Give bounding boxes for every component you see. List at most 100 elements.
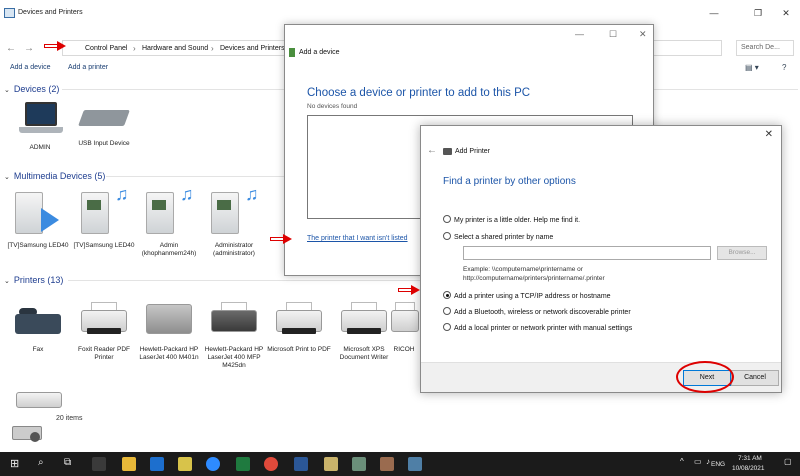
dialog-title: Add a device xyxy=(299,49,340,56)
taskbar: ⊞ ⌕ ⧉ ^ ▭ ♪ ENG 7:31 AM 10/08/2021 ▢ xyxy=(0,452,800,476)
option-shared-printer[interactable]: Select a shared printer by name xyxy=(443,232,553,241)
breadcrumb-control-panel[interactable]: Control Panel xyxy=(85,45,127,52)
back-arrow-icon[interactable]: ← xyxy=(6,43,16,54)
notifications-icon[interactable]: ▢ xyxy=(784,457,792,466)
app-icon[interactable] xyxy=(380,457,394,471)
option-tcpip-printer[interactable]: Add a printer using a TCP/IP address or … xyxy=(443,291,611,300)
printer-icon xyxy=(339,298,389,342)
multimedia-device-item[interactable]: ♫ Admin (khophanmem24h) xyxy=(137,185,201,258)
language-indicator[interactable]: ENG xyxy=(711,461,725,468)
control-panel-icon[interactable] xyxy=(408,457,422,471)
multimedia-device-item[interactable]: ♫ Administrator (administrator) xyxy=(202,185,266,258)
app-icon[interactable] xyxy=(324,457,338,471)
annotation-ellipse xyxy=(676,361,734,393)
printer-icon[interactable] xyxy=(14,388,64,412)
section-divider xyxy=(68,280,420,281)
store-icon[interactable] xyxy=(92,457,106,471)
chevron-right-icon: › xyxy=(211,44,214,53)
printer-hp-m401n[interactable]: Hewlett-Packard HP LaserJet 400 M401n xyxy=(137,298,201,362)
device-admin[interactable]: ADMIN xyxy=(8,100,72,152)
radio-button-selected[interactable] xyxy=(443,291,451,299)
sticky-notes-icon[interactable] xyxy=(178,457,192,471)
close-button[interactable]: ✕ xyxy=(639,29,647,40)
minimize-button[interactable]: — xyxy=(575,29,584,39)
clock-time[interactable]: 7:31 AM xyxy=(738,455,762,462)
dialog-title: Add Printer xyxy=(455,148,491,155)
radio-button[interactable] xyxy=(443,323,451,331)
item-count: 20 items xyxy=(56,415,83,422)
example-text: Example: \\computername\printername or h… xyxy=(463,266,605,282)
radio-button[interactable] xyxy=(443,307,451,315)
edge-icon[interactable] xyxy=(150,457,164,471)
zalo-icon[interactable] xyxy=(206,457,220,471)
printer-icon xyxy=(144,298,194,342)
chevron-right-icon: › xyxy=(133,44,136,53)
printer-icon xyxy=(79,298,129,342)
breadcrumb-hardware-and-sound[interactable]: Hardware and Sound xyxy=(142,45,208,52)
devices-printers-icon xyxy=(4,8,15,18)
multimedia-device-item[interactable]: [TV]Samsung LED40 xyxy=(6,186,70,250)
cancel-button[interactable]: Cancel xyxy=(731,370,779,386)
device-usb-input[interactable]: USB Input Device xyxy=(72,100,136,148)
printer-hp-m425dn[interactable]: Hewlett-Packard HP LaserJet 400 MFP M425… xyxy=(202,298,266,370)
option-older-printer[interactable]: My printer is a little older. Help me fi… xyxy=(443,215,580,224)
minimize-button[interactable]: — xyxy=(700,6,728,20)
add-printer-button[interactable]: Add a printer xyxy=(68,64,108,71)
dialog-heading: Choose a device or printer to add to thi… xyxy=(307,87,531,99)
network-icon[interactable]: ▭ xyxy=(694,457,702,466)
task-view-icon[interactable]: ⧉ xyxy=(64,457,71,468)
chrome-icon[interactable] xyxy=(264,457,278,471)
app-icon[interactable] xyxy=(352,457,366,471)
scanner-icon xyxy=(10,420,46,446)
search-input[interactable]: Search De... xyxy=(736,40,794,56)
media-device-icon: ♫ xyxy=(77,185,131,238)
shared-printer-name-input[interactable] xyxy=(463,246,711,260)
media-device-icon: ♫ xyxy=(207,185,261,238)
forward-arrow-icon[interactable]: → xyxy=(24,43,34,54)
volume-icon[interactable]: ♪ xyxy=(706,457,710,466)
start-icon[interactable]: ⊞ xyxy=(10,457,19,470)
radio-button[interactable] xyxy=(443,232,451,240)
maximize-button[interactable]: ☐ xyxy=(609,29,617,40)
word-icon[interactable] xyxy=(294,457,308,471)
file-explorer-icon[interactable] xyxy=(122,457,136,471)
option-bluetooth-printer[interactable]: Add a Bluetooth, wireless or network dis… xyxy=(443,307,631,316)
window-title: Devices and Printers xyxy=(18,9,83,16)
printer-icon xyxy=(274,298,324,342)
view-options-icon[interactable]: ▤ ▾ xyxy=(745,63,759,72)
multimedia-section-header[interactable]: ⌄ Multimedia Devices (5) xyxy=(4,171,105,181)
breadcrumb-devices-and-printers[interactable]: Devices and Printers xyxy=(220,45,285,52)
multimedia-device-item[interactable]: ♫ [TV]Samsung LED40 xyxy=(72,185,136,250)
printer-icon xyxy=(389,298,419,342)
printers-section-header[interactable]: ⌄ Printers (13) xyxy=(4,275,63,285)
printer-not-listed-link[interactable]: The printer that I want isn't listed xyxy=(307,235,408,242)
radio-button[interactable] xyxy=(443,215,451,223)
search-icon[interactable]: ⌕ xyxy=(38,457,44,468)
maximize-button[interactable]: ❐ xyxy=(744,6,772,20)
media-device-icon xyxy=(11,186,65,238)
add-device-button[interactable]: Add a device xyxy=(10,64,50,71)
no-devices-text: No devices found xyxy=(307,103,358,110)
option-local-printer[interactable]: Add a local printer or network printer w… xyxy=(443,323,632,332)
printer-ricoh[interactable]: RICOH xyxy=(386,298,422,354)
printer-fax[interactable]: Fax xyxy=(6,298,70,354)
excel-icon[interactable] xyxy=(236,457,250,471)
back-arrow-icon[interactable]: ← xyxy=(427,145,437,156)
chevron-up-icon[interactable]: ^ xyxy=(680,457,684,466)
devices-section-header[interactable]: ⌄ Devices (2) xyxy=(4,84,59,94)
add-printer-dialog: ✕ ← Add Printer Find a printer by other … xyxy=(420,125,782,393)
close-button[interactable]: ✕ xyxy=(772,6,800,20)
keyboard-icon xyxy=(78,100,130,134)
mfp-printer-icon xyxy=(209,298,259,342)
annotation-arrow xyxy=(398,285,420,295)
clock-date[interactable]: 10/08/2021 xyxy=(732,465,765,472)
section-divider xyxy=(106,176,284,177)
title-bar: Devices and Printers — ❐ ✕ xyxy=(0,0,800,26)
chevron-down-icon: ⌄ xyxy=(4,174,10,181)
printer-ms-print-to-pdf[interactable]: Microsoft Print to PDF xyxy=(267,298,331,354)
help-icon[interactable]: ? xyxy=(782,63,786,72)
printer-foxit[interactable]: Foxit Reader PDF Printer xyxy=(72,298,136,362)
browse-button[interactable]: Browse... xyxy=(717,246,767,260)
add-device-icon xyxy=(289,48,295,57)
close-icon[interactable]: ✕ xyxy=(765,129,773,140)
